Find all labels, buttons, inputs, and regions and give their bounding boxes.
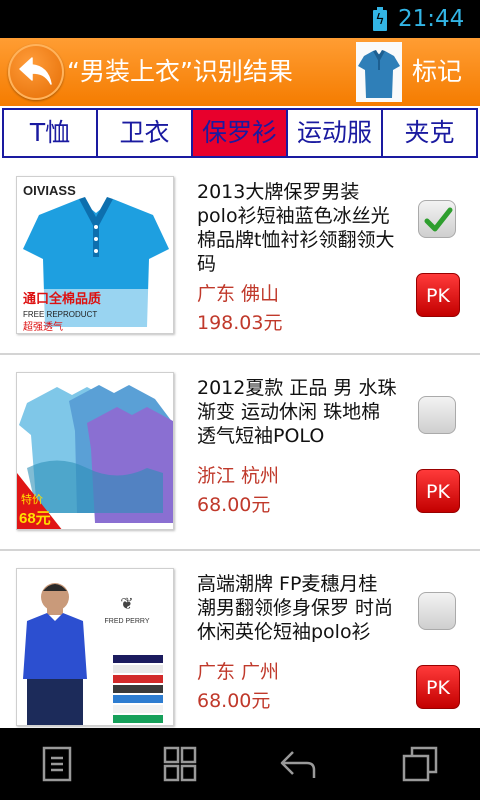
- grid-icon[interactable]: [163, 746, 197, 782]
- tab-jacket[interactable]: 夹克: [381, 108, 478, 158]
- tab-sportswear[interactable]: 运动服: [286, 108, 383, 158]
- category-tabs: T恤 卫衣 保罗衫 运动服 夹克: [2, 108, 478, 158]
- pk-compare-button[interactable]: PK: [416, 665, 460, 709]
- product-image[interactable]: ❦ FRED PERRY: [16, 568, 174, 726]
- tab-polo[interactable]: 保罗衫: [191, 108, 288, 158]
- checkmark-icon: [424, 207, 453, 232]
- list-item[interactable]: ❦ FRED PERRY 高端潮牌 FP麦穗月桂 潮男翻领修身保罗 时尚休闲英伦…: [0, 552, 480, 728]
- mark-button[interactable]: 标记: [412, 52, 462, 92]
- header-bar: “男装上衣”识别结果 标记: [0, 38, 480, 106]
- query-image-thumbnail[interactable]: [356, 42, 402, 102]
- image-promo-foot: 超强透气: [23, 320, 63, 333]
- image-brand-text: FRED PERRY: [105, 618, 150, 625]
- image-promo-text: 通口全棉品质: [23, 291, 101, 306]
- product-location: 浙江 杭州: [197, 465, 280, 487]
- recent-apps-icon[interactable]: [402, 746, 438, 782]
- divider: [0, 549, 480, 551]
- product-price: 68.00元: [197, 690, 271, 712]
- menu-icon[interactable]: [42, 746, 72, 782]
- image-tag-top: 特价: [21, 492, 43, 506]
- select-checkbox[interactable]: [418, 396, 456, 434]
- back-button[interactable]: [8, 44, 64, 100]
- product-location: 广东 广州: [197, 661, 280, 683]
- divider: [0, 353, 480, 355]
- image-brand-text: OIVIASS: [23, 183, 76, 198]
- status-bar: ϟ 21:44: [0, 0, 480, 38]
- back-arrow-icon: [19, 57, 52, 85]
- product-price: 198.03元: [197, 312, 283, 334]
- product-location: 广东 佛山: [197, 283, 280, 305]
- product-title[interactable]: 2013大牌保罗男装polo衫短袖蓝色冰丝光棉品牌t恤衬衫领翻领大码: [197, 180, 397, 276]
- select-checkbox[interactable]: [418, 200, 456, 238]
- product-title[interactable]: 高端潮牌 FP麦穗月桂 潮男翻领修身保罗 时尚休闲英伦短袖polo衫: [197, 572, 397, 644]
- product-title[interactable]: 2012夏款 正品 男 水珠渐变 运动休闲 珠地棉 透气短袖POLO: [197, 376, 397, 448]
- svg-text:❦: ❦: [120, 596, 133, 613]
- pk-compare-button[interactable]: PK: [416, 469, 460, 513]
- product-price: 68.00元: [197, 494, 271, 516]
- select-checkbox[interactable]: [418, 592, 456, 630]
- battery-icon: ϟ: [373, 7, 387, 31]
- list-item[interactable]: 特价 68元 2012夏款 正品 男 水珠渐变 运动休闲 珠地棉 透气短袖POL…: [0, 356, 480, 551]
- system-nav-bar: [0, 728, 480, 800]
- list-item[interactable]: OIVIASS 通口全棉品质 FREE REPRODUCT 超强透气 2013大…: [0, 160, 480, 355]
- result-list: OIVIASS 通口全棉品质 FREE REPRODUCT 超强透气 2013大…: [0, 160, 480, 728]
- back-icon[interactable]: [279, 746, 317, 782]
- status-time: 21:44: [398, 6, 465, 32]
- tab-hoodie[interactable]: 卫衣: [96, 108, 193, 158]
- page-title: “男装上衣”识别结果: [67, 57, 293, 86]
- pk-compare-button[interactable]: PK: [416, 273, 460, 317]
- image-promo-sub: FREE REPRODUCT: [23, 310, 97, 319]
- tab-t-shirt[interactable]: T恤: [2, 108, 98, 158]
- image-tag-price: 68元: [19, 510, 51, 527]
- product-image[interactable]: 特价 68元: [16, 372, 174, 530]
- product-image[interactable]: OIVIASS 通口全棉品质 FREE REPRODUCT 超强透气: [16, 176, 174, 334]
